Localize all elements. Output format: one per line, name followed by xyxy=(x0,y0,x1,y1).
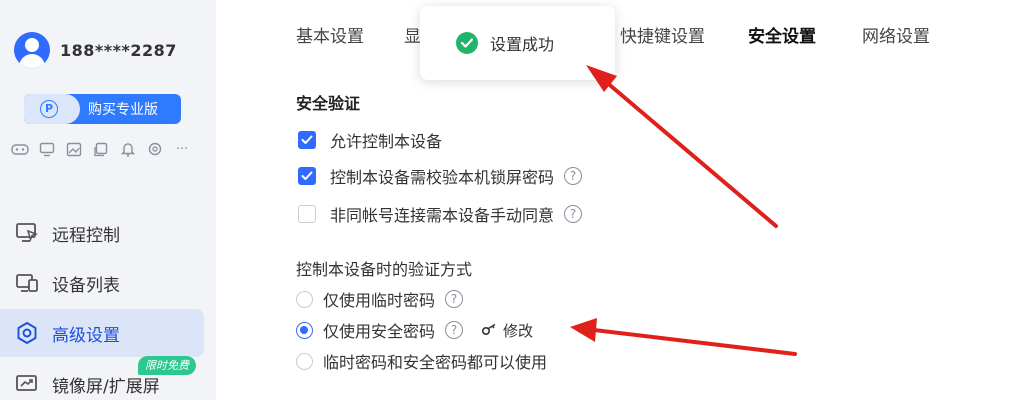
sidebar: 188****2287 P 购买专业版 ··· 远程控制 设备列表 高级设置 限… xyxy=(0,0,216,400)
help-icon[interactable]: ? xyxy=(445,321,464,339)
verify-lockscreen-checkbox[interactable] xyxy=(298,167,316,185)
image-icon[interactable] xyxy=(64,140,84,158)
edit-password-button[interactable]: 修改 xyxy=(481,320,533,341)
bell-icon[interactable] xyxy=(118,140,138,158)
avatar[interactable] xyxy=(14,32,50,68)
toast-message: 设置成功 xyxy=(490,35,555,54)
allow-control-checkbox[interactable] xyxy=(298,131,316,149)
gear-icon xyxy=(14,320,40,346)
temp-password-option[interactable]: 仅使用临时密码 ? xyxy=(296,287,464,311)
pro-badge-area: P xyxy=(24,94,80,124)
help-icon[interactable]: ? xyxy=(564,205,583,223)
sidebar-item-label: 高级设置 xyxy=(52,325,120,346)
avatar-body xyxy=(19,54,45,68)
verification-section-title: 控制本设备时的验证方式 xyxy=(296,260,473,279)
sidebar-item-label: 远程控制 xyxy=(52,225,120,246)
user-phone: 188****2287 xyxy=(60,40,177,60)
tab-basic-settings[interactable]: 基本设置 xyxy=(296,22,364,47)
both-passwords-label: 临时密码和安全密码都可以使用 xyxy=(323,353,548,372)
settings-icon[interactable] xyxy=(145,140,165,158)
temp-password-label: 仅使用临时密码 xyxy=(323,291,436,310)
remote-control-icon xyxy=(14,220,40,246)
verify-lockscreen-label: 控制本设备需校验本机锁屏密码 xyxy=(330,168,555,187)
manual-approve-option[interactable]: 非同帐号连接需本设备手动同意 ? xyxy=(298,202,583,226)
manual-approve-label: 非同帐号连接需本设备手动同意 xyxy=(330,206,555,225)
security-password-radio[interactable] xyxy=(296,321,313,339)
sidebar-item-label: 设备列表 xyxy=(52,275,120,296)
sidebar-item-label: 镜像屏/扩展屏 xyxy=(52,376,160,397)
quick-icons-row: ··· xyxy=(10,140,192,158)
pro-p-icon: P xyxy=(40,100,58,118)
both-passwords-option[interactable]: 临时密码和安全密码都可以使用 xyxy=(296,349,547,373)
tab-network-settings[interactable]: 网络设置 xyxy=(862,22,930,47)
gamepad-icon[interactable] xyxy=(10,140,30,158)
avatar-head xyxy=(25,38,39,52)
buy-pro-label: 购买专业版 xyxy=(88,102,158,118)
user-profile[interactable]: 188****2287 xyxy=(14,32,177,68)
verify-lockscreen-option[interactable]: 控制本设备需校验本机锁屏密码 ? xyxy=(298,164,583,188)
sidebar-item-device-list[interactable]: 设备列表 xyxy=(0,259,204,307)
monitor-icon[interactable] xyxy=(37,140,57,158)
tab-display-settings[interactable]: 显 xyxy=(404,22,421,47)
security-password-label: 仅使用安全密码 xyxy=(323,322,436,341)
success-toast: 设置成功 xyxy=(420,6,615,80)
tab-security-settings[interactable]: 安全设置 xyxy=(748,22,816,47)
sidebar-item-mirror-screen[interactable]: 镜像屏/扩展屏 xyxy=(0,360,204,400)
both-passwords-radio[interactable] xyxy=(296,352,313,370)
annotation-arrow-toast xyxy=(586,65,778,228)
devices-icon xyxy=(14,270,40,296)
key-icon xyxy=(482,323,496,336)
copy-icon[interactable] xyxy=(91,140,111,158)
mirror-screen-icon xyxy=(14,371,40,397)
success-check-icon xyxy=(456,32,478,54)
help-icon[interactable]: ? xyxy=(445,290,464,308)
allow-control-option[interactable]: 允许控制本设备 xyxy=(298,128,442,152)
security-password-option[interactable]: 仅使用安全密码 ? 修改 xyxy=(296,318,533,342)
sidebar-item-remote-control[interactable]: 远程控制 xyxy=(0,209,204,257)
security-section-title: 安全验证 xyxy=(296,94,361,113)
more-icon[interactable]: ··· xyxy=(172,140,192,158)
help-icon[interactable]: ? xyxy=(564,167,583,185)
allow-control-label: 允许控制本设备 xyxy=(330,132,443,151)
edit-password-label: 修改 xyxy=(503,321,534,340)
temp-password-radio[interactable] xyxy=(296,290,313,308)
annotation-arrow-edit xyxy=(570,318,797,356)
sidebar-item-advanced-settings[interactable]: 高级设置 xyxy=(0,309,204,357)
buy-pro-button[interactable]: P 购买专业版 xyxy=(24,94,181,124)
manual-approve-checkbox[interactable] xyxy=(298,205,316,223)
tab-shortcut-settings[interactable]: 快捷键设置 xyxy=(620,22,705,47)
